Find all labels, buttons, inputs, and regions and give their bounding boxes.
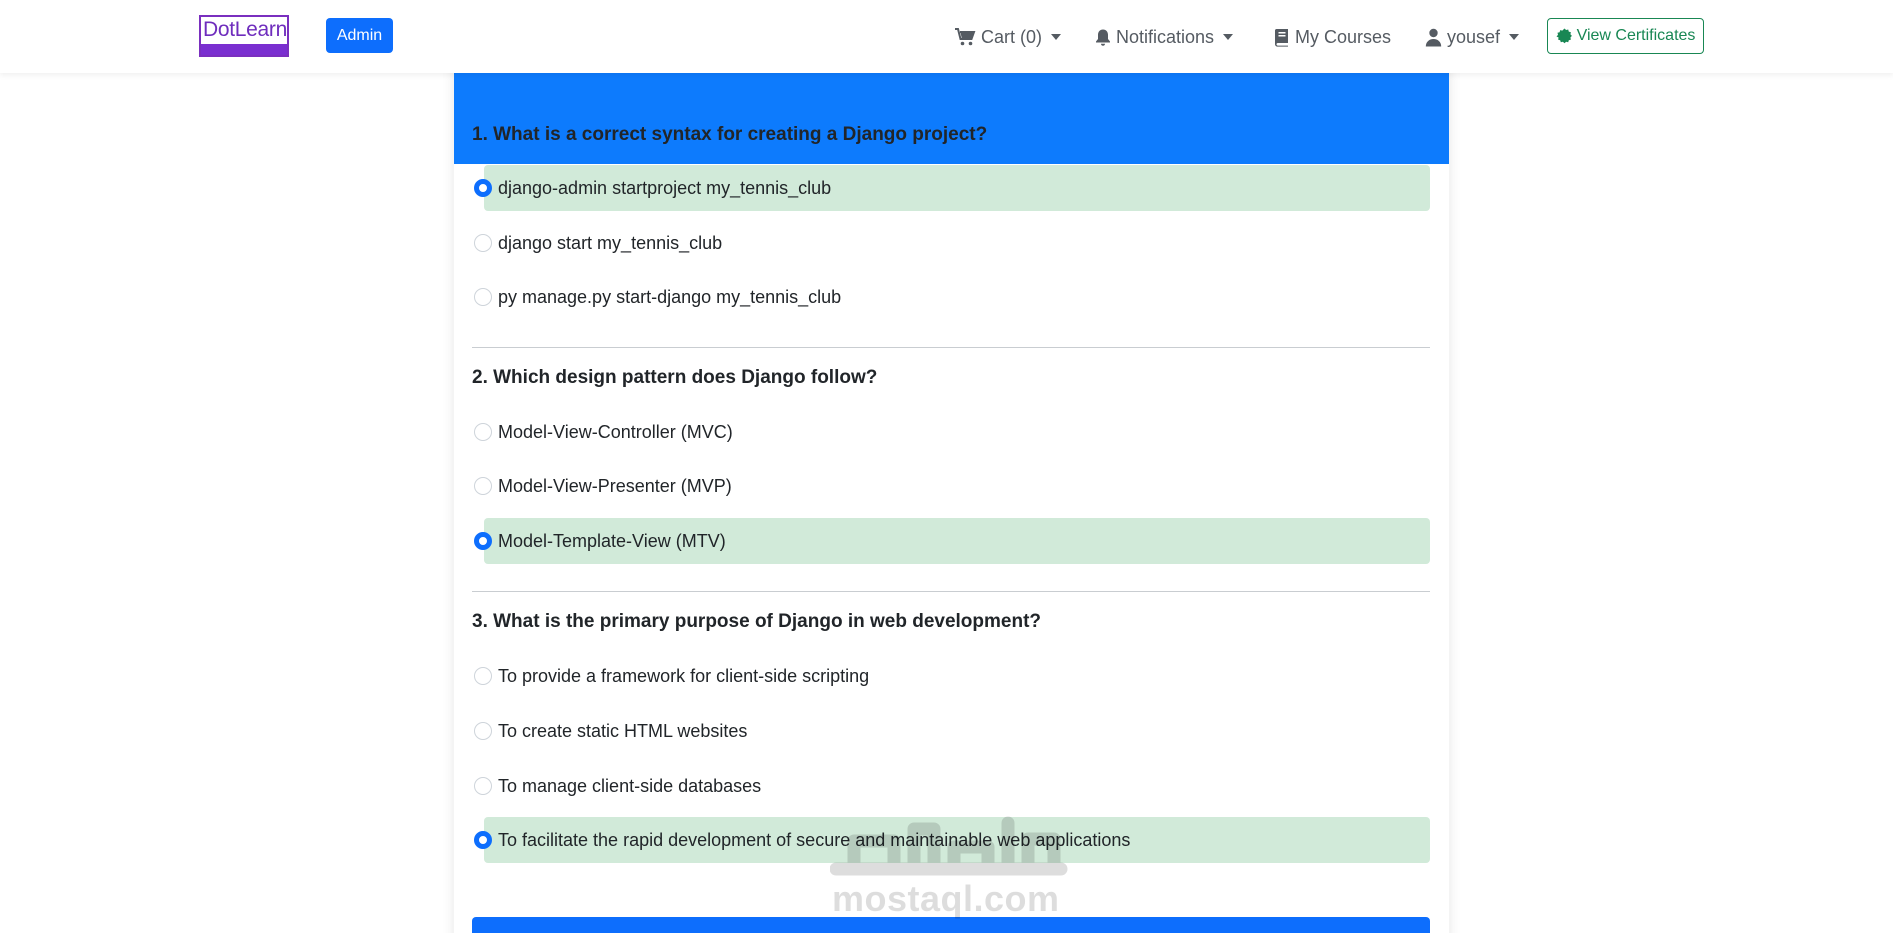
- question-divider: [472, 347, 1430, 348]
- answer-option-label[interactable]: To provide a framework for client-side s…: [484, 653, 1430, 699]
- answer-option-label[interactable]: Model-Template-View (MTV): [484, 518, 1430, 564]
- answer-option-label[interactable]: Model-View-Presenter (MVP): [484, 463, 1430, 509]
- user-icon: [1425, 28, 1442, 46]
- question-text: 3. What is the primary purpose of Django…: [472, 611, 1042, 632]
- radio-unchecked[interactable]: [474, 777, 492, 795]
- chevron-down-icon: [1509, 34, 1520, 40]
- card-header: [454, 73, 1449, 164]
- submit-button[interactable]: [472, 917, 1430, 933]
- notifications-label: Notifications: [1116, 26, 1215, 47]
- book-icon: [1275, 28, 1288, 47]
- radio-unchecked[interactable]: [474, 477, 492, 495]
- answer-option-label[interactable]: django-admin startproject my_tennis_club: [484, 165, 1430, 211]
- answer-option[interactable]: Model-Template-View (MTV): [470, 518, 1430, 564]
- answer-option-label[interactable]: Model-View-Controller (MVC): [484, 409, 1430, 455]
- answer-option[interactable]: py manage.py start-django my_tennis_club: [470, 274, 1430, 320]
- radio-checked[interactable]: [474, 532, 492, 550]
- answer-option-label[interactable]: py manage.py start-django my_tennis_club: [484, 274, 1430, 320]
- cart-label: Cart (0): [981, 26, 1043, 47]
- top-navbar: DotLearn Admin Cart (0) Notifications My…: [0, 0, 1893, 73]
- answer-option[interactable]: To manage client-side databases: [470, 763, 1430, 809]
- chevron-down-icon: [1223, 34, 1234, 40]
- answer-option-label[interactable]: To manage client-side databases: [484, 763, 1430, 809]
- chevron-down-icon: [1051, 34, 1062, 40]
- logo-text: DotLearn: [203, 18, 287, 41]
- radio-checked[interactable]: [474, 179, 492, 197]
- cart-icon: [955, 28, 976, 46]
- question-text: 1. What is a correct syntax for creating…: [472, 124, 988, 145]
- answer-option[interactable]: To create static HTML websites: [470, 708, 1430, 754]
- dotlearn-logo[interactable]: DotLearn: [199, 15, 289, 57]
- answer-option-label[interactable]: django start my_tennis_club: [484, 220, 1430, 266]
- view-certificates-label: View Certificates: [1576, 27, 1696, 44]
- answer-option-label[interactable]: To create static HTML websites: [484, 708, 1430, 754]
- answer-option[interactable]: Model-View-Controller (MVC): [470, 409, 1430, 455]
- bell-icon: [1096, 29, 1110, 46]
- radio-unchecked[interactable]: [474, 667, 492, 685]
- quiz-card: 1. What is a correct syntax for creating…: [454, 60, 1449, 933]
- logo-bar: [201, 44, 287, 55]
- answer-option-label[interactable]: To facilitate the rapid development of s…: [484, 817, 1430, 863]
- question-text: 2. Which design pattern does Django foll…: [472, 367, 878, 388]
- radio-unchecked[interactable]: [474, 722, 492, 740]
- answer-option[interactable]: To provide a framework for client-side s…: [470, 653, 1430, 699]
- cart-dropdown[interactable]: Cart (0): [954, 24, 1062, 50]
- admin-button[interactable]: Admin: [326, 18, 393, 53]
- answer-option[interactable]: To facilitate the rapid development of s…: [470, 817, 1430, 863]
- my-courses-label: My Courses: [1295, 26, 1392, 47]
- question-divider: [472, 591, 1430, 592]
- radio-unchecked[interactable]: [474, 423, 492, 441]
- answer-option[interactable]: django start my_tennis_club: [470, 220, 1430, 266]
- answer-option[interactable]: Model-View-Presenter (MVP): [470, 463, 1430, 509]
- view-certificates-button[interactable]: View Certificates: [1547, 18, 1704, 54]
- certificate-icon: [1556, 28, 1572, 43]
- my-courses-link[interactable]: My Courses: [1274, 24, 1391, 50]
- radio-checked[interactable]: [474, 831, 492, 849]
- user-dropdown[interactable]: yousef: [1425, 24, 1520, 50]
- answer-option[interactable]: django-admin startproject my_tennis_club: [470, 165, 1430, 211]
- radio-unchecked[interactable]: [474, 288, 492, 306]
- notifications-dropdown[interactable]: Notifications: [1095, 24, 1234, 50]
- user-name-label: yousef: [1447, 26, 1501, 47]
- radio-unchecked[interactable]: [474, 234, 492, 252]
